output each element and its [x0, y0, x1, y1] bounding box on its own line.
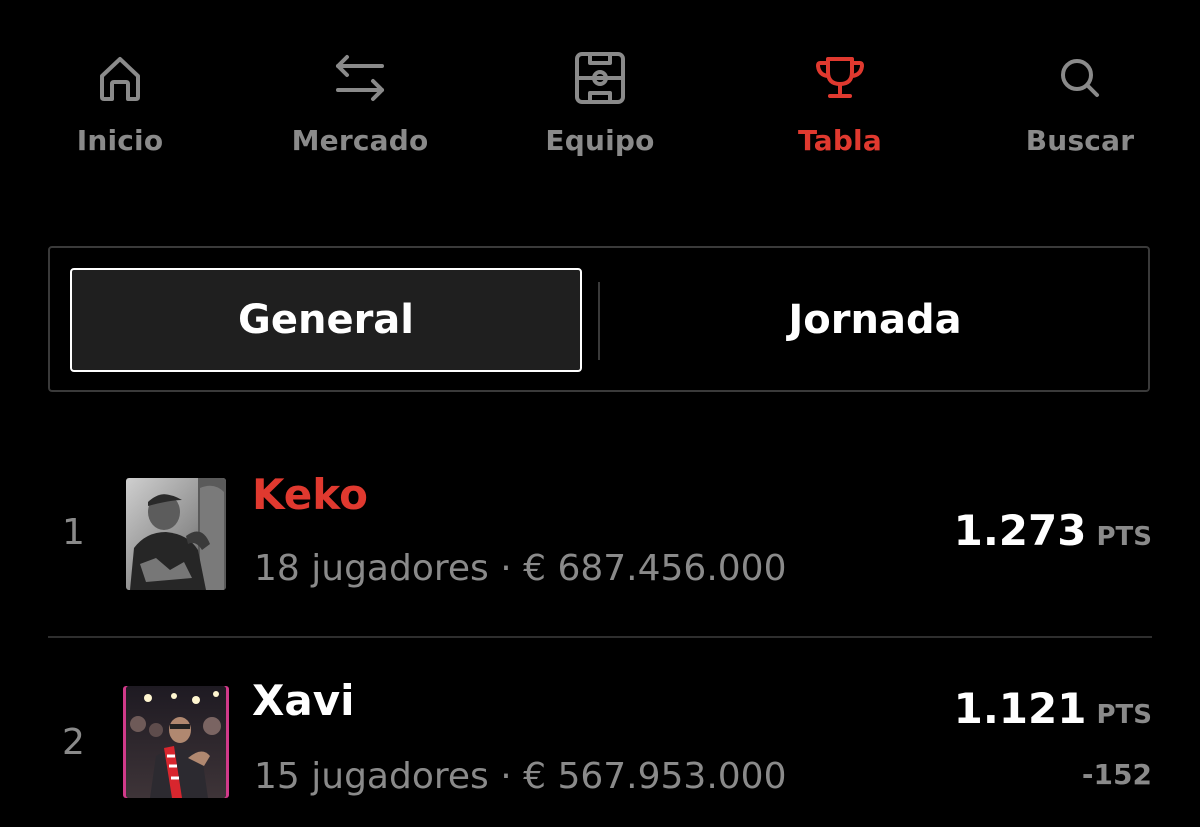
ranking-row[interactable]: 2 Xavi 15 jugadores · € 567.953.000 1.12… [48, 638, 1152, 827]
nav-label-tabla: Tabla [798, 124, 882, 157]
avatar [126, 478, 226, 590]
nav-item-buscar[interactable]: Buscar [960, 46, 1200, 166]
points-unit: PTS [1096, 700, 1152, 730]
home-icon [100, 57, 140, 101]
points-value: 1.273 [953, 506, 1087, 555]
tab-jornada[interactable]: Jornada [600, 268, 1150, 372]
ranking-row[interactable]: 1 Keko 18 jugadores · € 687.456.000 1.27… [48, 448, 1152, 638]
player-name: Xavi [252, 676, 355, 725]
ranking-tabs: General Jornada [48, 246, 1150, 392]
player-meta: 18 jugadores · € 687.456.000 [254, 548, 787, 589]
player-name: Keko [252, 470, 368, 519]
search-icon [1061, 59, 1099, 97]
points-unit: PTS [1096, 522, 1152, 552]
rank-number: 2 [62, 722, 85, 763]
nav-item-tabla[interactable]: Tabla [720, 46, 960, 166]
avatar [126, 686, 226, 798]
nav-item-equipo[interactable]: Equipo [480, 46, 720, 166]
app: Inicio Mercado Equipo Tabla Buscar Gener… [0, 0, 1200, 827]
nav-label-mercado: Mercado [291, 124, 429, 157]
transfer-arrows-icon [336, 55, 384, 101]
rank-number: 1 [62, 512, 85, 553]
nav-label-inicio: Inicio [76, 124, 164, 157]
points-block: 1.273 PTS [954, 506, 1152, 555]
nav-item-inicio[interactable]: Inicio [0, 46, 240, 166]
trophy-icon [816, 57, 864, 98]
nav-label-equipo: Equipo [545, 124, 655, 157]
points-value: 1.121 [953, 684, 1087, 733]
points-difference: -152 [1081, 758, 1152, 791]
tab-general[interactable]: General [70, 268, 582, 372]
points-block: 1.121 PTS [954, 684, 1152, 733]
nav-label-buscar: Buscar [1025, 124, 1135, 157]
pitch-icon [575, 52, 625, 104]
player-meta: 15 jugadores · € 567.953.000 [254, 756, 787, 797]
nav-item-mercado[interactable]: Mercado [240, 46, 480, 166]
top-nav: Inicio Mercado Equipo Tabla Buscar [0, 0, 1200, 190]
